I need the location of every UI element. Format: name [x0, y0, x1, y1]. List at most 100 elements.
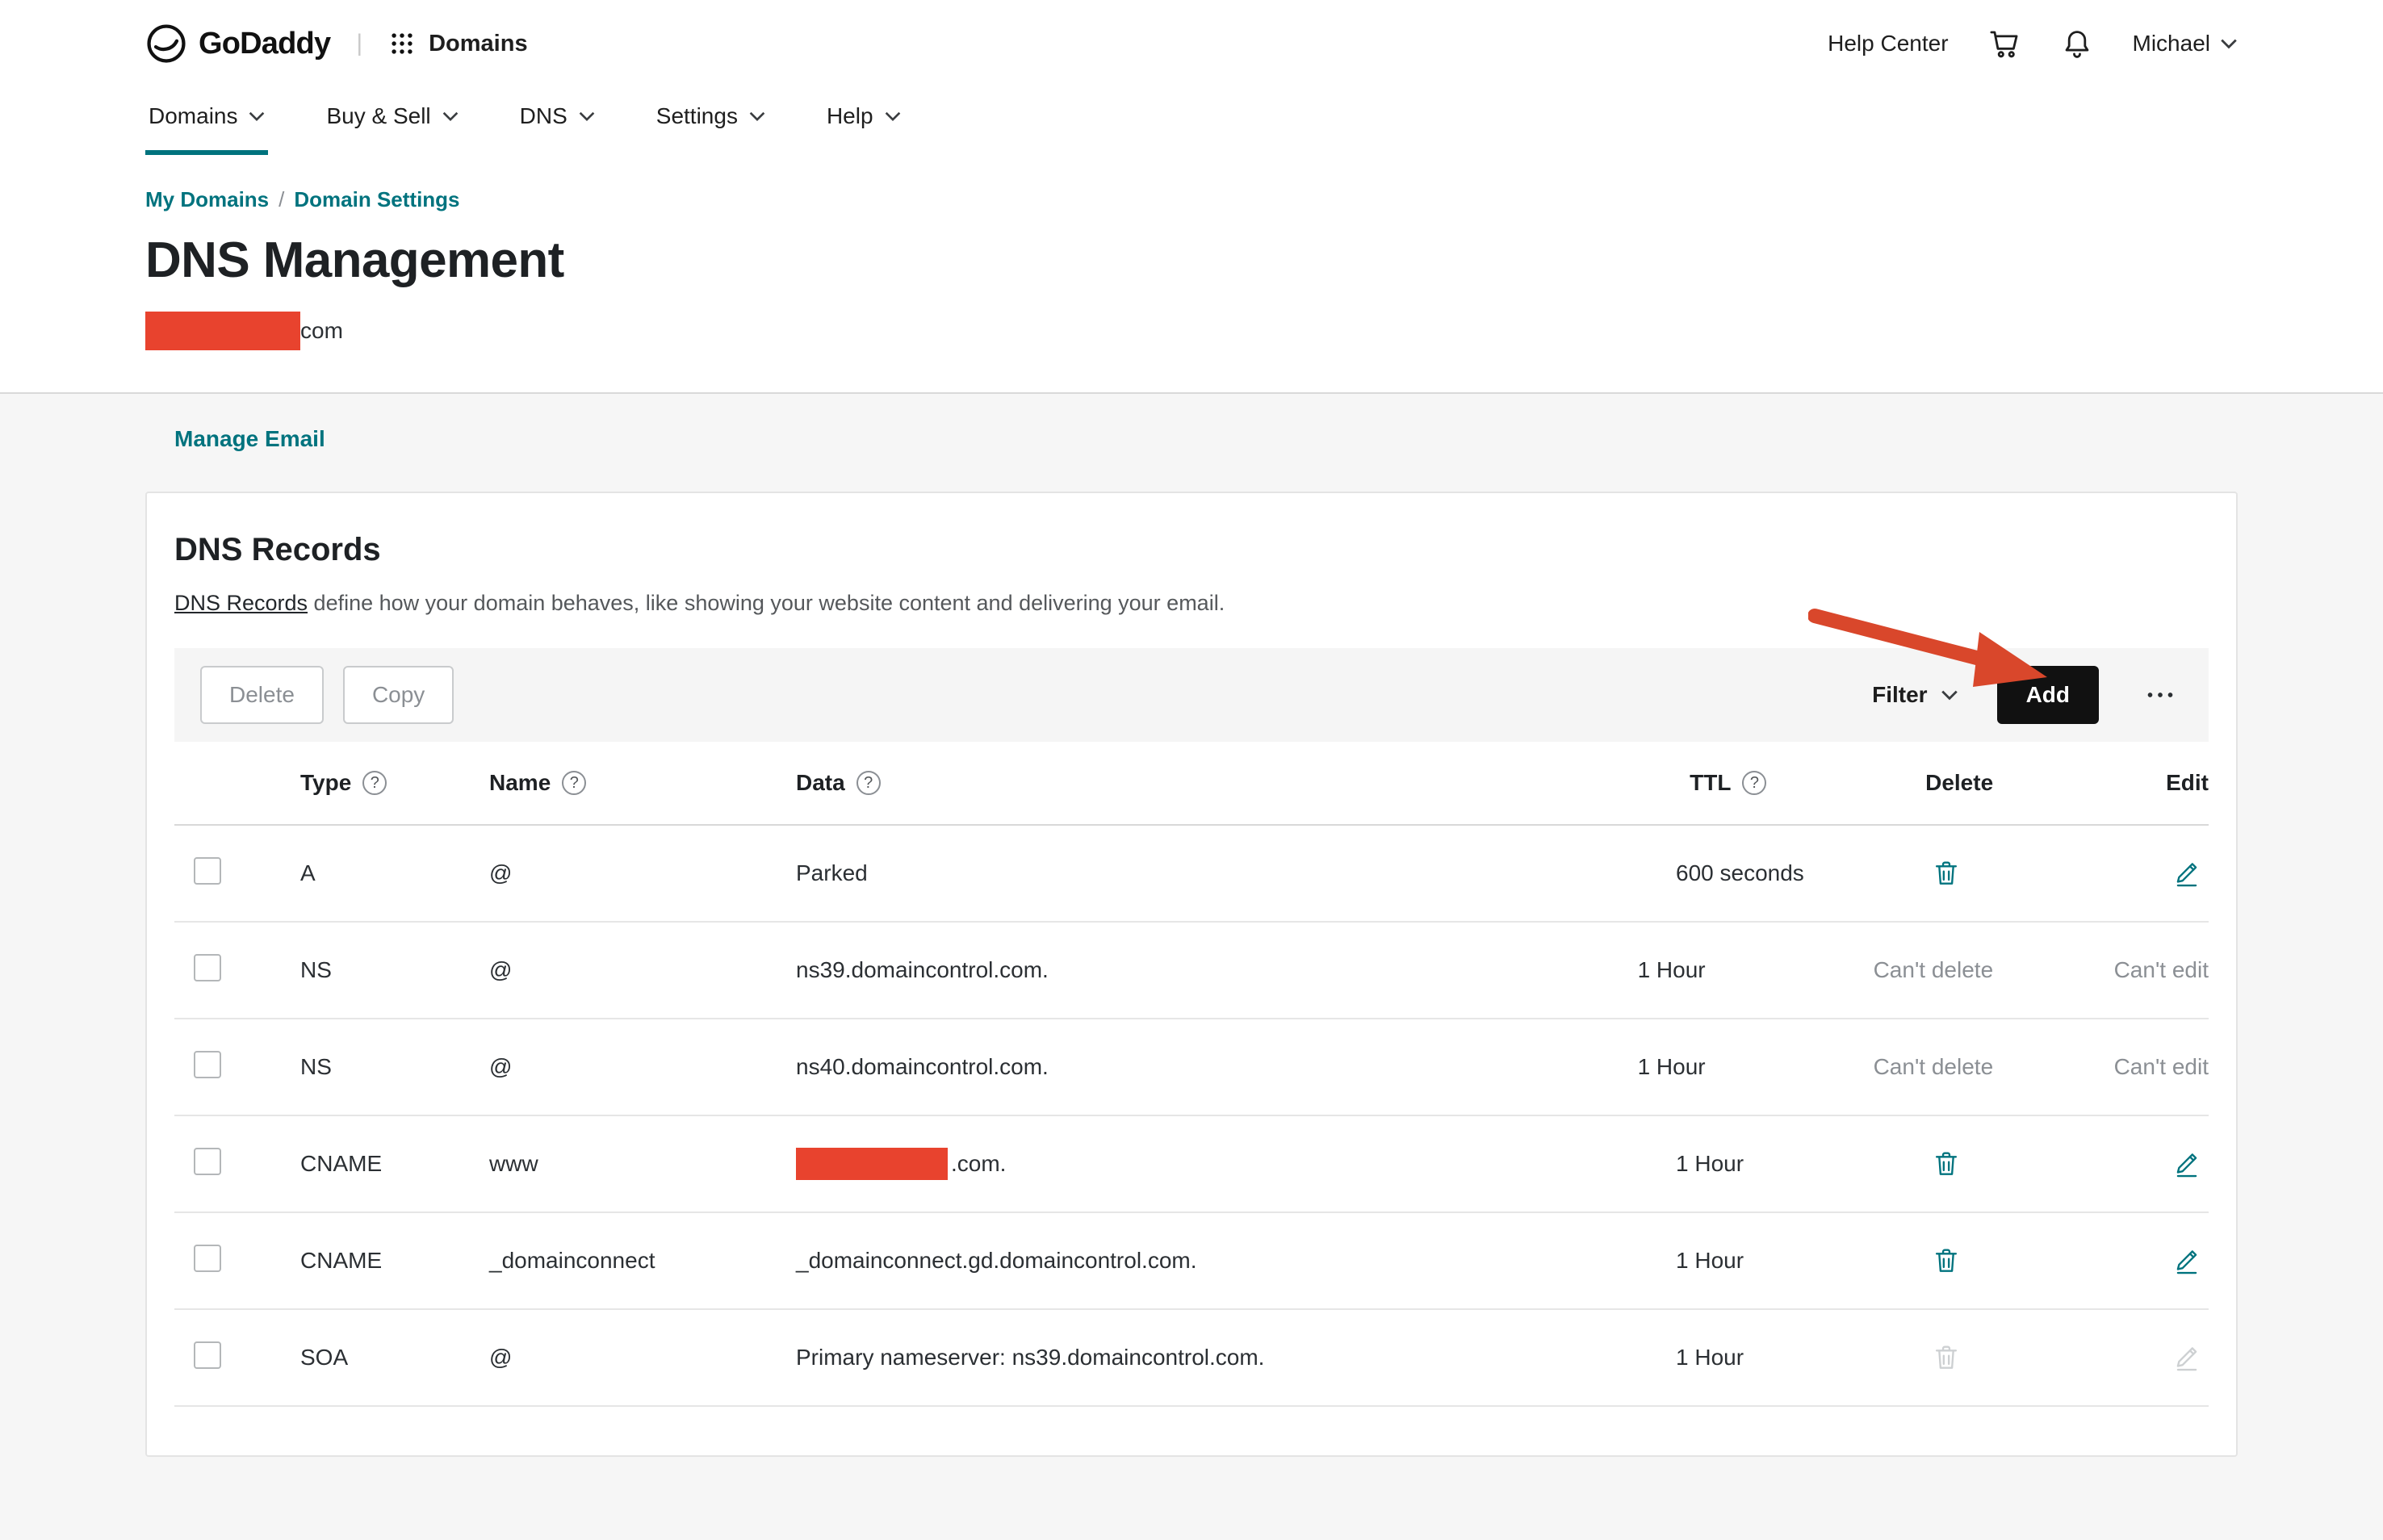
masthead-divider: | [356, 30, 362, 57]
cart-icon[interactable] [1987, 27, 2021, 61]
row-checkbox[interactable] [194, 1245, 221, 1272]
row-edit-cell: Can't edit [2114, 1054, 2209, 1080]
chevron-down-icon [885, 111, 901, 122]
masthead: GoDaddy | Domains Help Center [0, 0, 2383, 77]
column-data: Data ? [796, 770, 1690, 796]
dns-table-header: Type ? Name ? Data ? TTL ? [174, 742, 2209, 826]
tab-dns[interactable]: DNS [517, 87, 598, 155]
row-type: A [300, 860, 489, 886]
pencil-icon [2165, 1336, 2209, 1379]
add-button[interactable]: Add [1997, 666, 2099, 724]
dns-toolbar: Delete Copy Filter Add [174, 648, 2209, 742]
godaddy-logo[interactable]: GoDaddy [145, 23, 330, 65]
dns-table-body: A @ Parked 600 seconds NS @ ns39.domainc… [174, 826, 2209, 1407]
help-icon[interactable]: ? [562, 771, 586, 795]
column-delete: Delete [1925, 770, 2166, 796]
breadcrumb-separator: / [279, 187, 284, 211]
tab-buy-sell[interactable]: Buy & Sell [323, 87, 461, 155]
row-edit-cell [2152, 852, 2209, 895]
row-data: .com. [796, 1148, 1676, 1180]
tab-domains[interactable]: Domains [145, 87, 268, 155]
filter-dropdown[interactable]: Filter [1872, 682, 1958, 708]
brand-name: GoDaddy [199, 27, 330, 61]
table-row: SOA @ Primary nameserver: ns39.domaincon… [174, 1310, 2209, 1407]
brand-area: GoDaddy | Domains [145, 23, 528, 65]
row-checkbox[interactable] [194, 954, 221, 981]
trash-icon[interactable] [1924, 1239, 1968, 1283]
column-type: Type ? [300, 770, 489, 796]
trash-icon[interactable] [1924, 852, 1968, 895]
row-name: @ [489, 1345, 796, 1371]
masthead-right: Help Center Michael [1828, 27, 2238, 61]
content-section: Manage Email DNS Records DNS Records def… [0, 394, 2383, 1540]
row-name: _domainconnect [489, 1248, 796, 1274]
ellipsis-icon[interactable] [2138, 672, 2183, 718]
row-checkbox[interactable] [194, 1341, 221, 1369]
row-checkbox[interactable] [194, 1051, 221, 1078]
chevron-down-icon [1941, 689, 1958, 701]
user-name: Michael [2133, 31, 2210, 56]
dns-table: Type ? Name ? Data ? TTL ? [174, 742, 2209, 1407]
manage-email-link[interactable]: Manage Email [174, 426, 325, 452]
action-unavailable-label: Can't edit [2114, 1054, 2209, 1079]
row-ttl: 1 Hour [1638, 1054, 1874, 1080]
row-delete-cell: Can't delete [1874, 1054, 2114, 1080]
breadcrumb: My Domains / Domain Settings [0, 187, 2383, 212]
dns-records-description: DNS Records define how your domain behav… [174, 591, 2209, 616]
top-section: GoDaddy | Domains Help Center [0, 0, 2383, 394]
row-delete-cell [1912, 1142, 2152, 1186]
row-edit-cell [2152, 1336, 2209, 1379]
user-menu[interactable]: Michael [2133, 31, 2238, 56]
tab-label: Help [827, 103, 873, 129]
row-name: @ [489, 957, 796, 983]
row-delete-cell: Can't delete [1874, 957, 2114, 983]
row-type: CNAME [300, 1248, 489, 1274]
filter-label: Filter [1872, 682, 1927, 708]
chevron-down-icon [442, 111, 459, 122]
row-checkbox[interactable] [194, 1148, 221, 1175]
breadcrumb-domain-settings[interactable]: Domain Settings [294, 187, 459, 211]
table-row: CNAME _domainconnect _domainconnect.gd.d… [174, 1213, 2209, 1310]
grid-dots-icon [388, 30, 416, 57]
help-icon[interactable]: ? [856, 771, 881, 795]
trash-icon [1924, 1336, 1968, 1379]
help-center-link[interactable]: Help Center [1828, 31, 1948, 56]
row-type: CNAME [300, 1151, 489, 1177]
row-ttl: 1 Hour [1676, 1248, 1912, 1274]
row-type: SOA [300, 1345, 489, 1371]
row-name: @ [489, 860, 796, 886]
row-ttl: 1 Hour [1638, 957, 1874, 983]
breadcrumb-my-domains[interactable]: My Domains [145, 187, 269, 211]
table-row: CNAME www .com. 1 Hour [174, 1116, 2209, 1213]
help-icon[interactable]: ? [1742, 771, 1766, 795]
row-checkbox[interactable] [194, 857, 221, 885]
action-unavailable-label: Can't delete [1874, 957, 1994, 982]
row-data: ns40.domaincontrol.com. [796, 1054, 1638, 1080]
page-title: DNS Management [0, 232, 2383, 289]
row-data: Primary nameserver: ns39.domaincontrol.c… [796, 1345, 1676, 1371]
page: GoDaddy | Domains Help Center [0, 0, 2383, 1540]
row-delete-cell [1912, 1336, 2152, 1379]
help-icon[interactable]: ? [362, 771, 387, 795]
dns-records-link[interactable]: DNS Records [174, 591, 308, 615]
row-delete-cell [1912, 1239, 2152, 1283]
copy-button[interactable]: Copy [343, 666, 454, 724]
domain-line: com [0, 312, 2383, 350]
chevron-down-icon [249, 111, 265, 122]
row-data: ns39.domaincontrol.com. [796, 957, 1638, 983]
row-ttl: 1 Hour [1676, 1345, 1912, 1371]
tab-settings[interactable]: Settings [653, 87, 769, 155]
app-label: Domains [429, 31, 527, 57]
pencil-icon[interactable] [2165, 852, 2209, 895]
pencil-icon[interactable] [2165, 1239, 2209, 1283]
tab-help[interactable]: Help [823, 87, 904, 155]
bell-icon[interactable] [2060, 27, 2094, 61]
pencil-icon[interactable] [2165, 1142, 2209, 1186]
app-switcher[interactable]: Domains [388, 30, 527, 57]
delete-button[interactable]: Delete [200, 666, 324, 724]
trash-icon[interactable] [1924, 1142, 1968, 1186]
domain-suffix: com [300, 318, 343, 344]
row-type: NS [300, 1054, 489, 1080]
table-row: NS @ ns39.domaincontrol.com. 1 Hour Can'… [174, 923, 2209, 1019]
column-edit: Edit [2166, 770, 2209, 796]
